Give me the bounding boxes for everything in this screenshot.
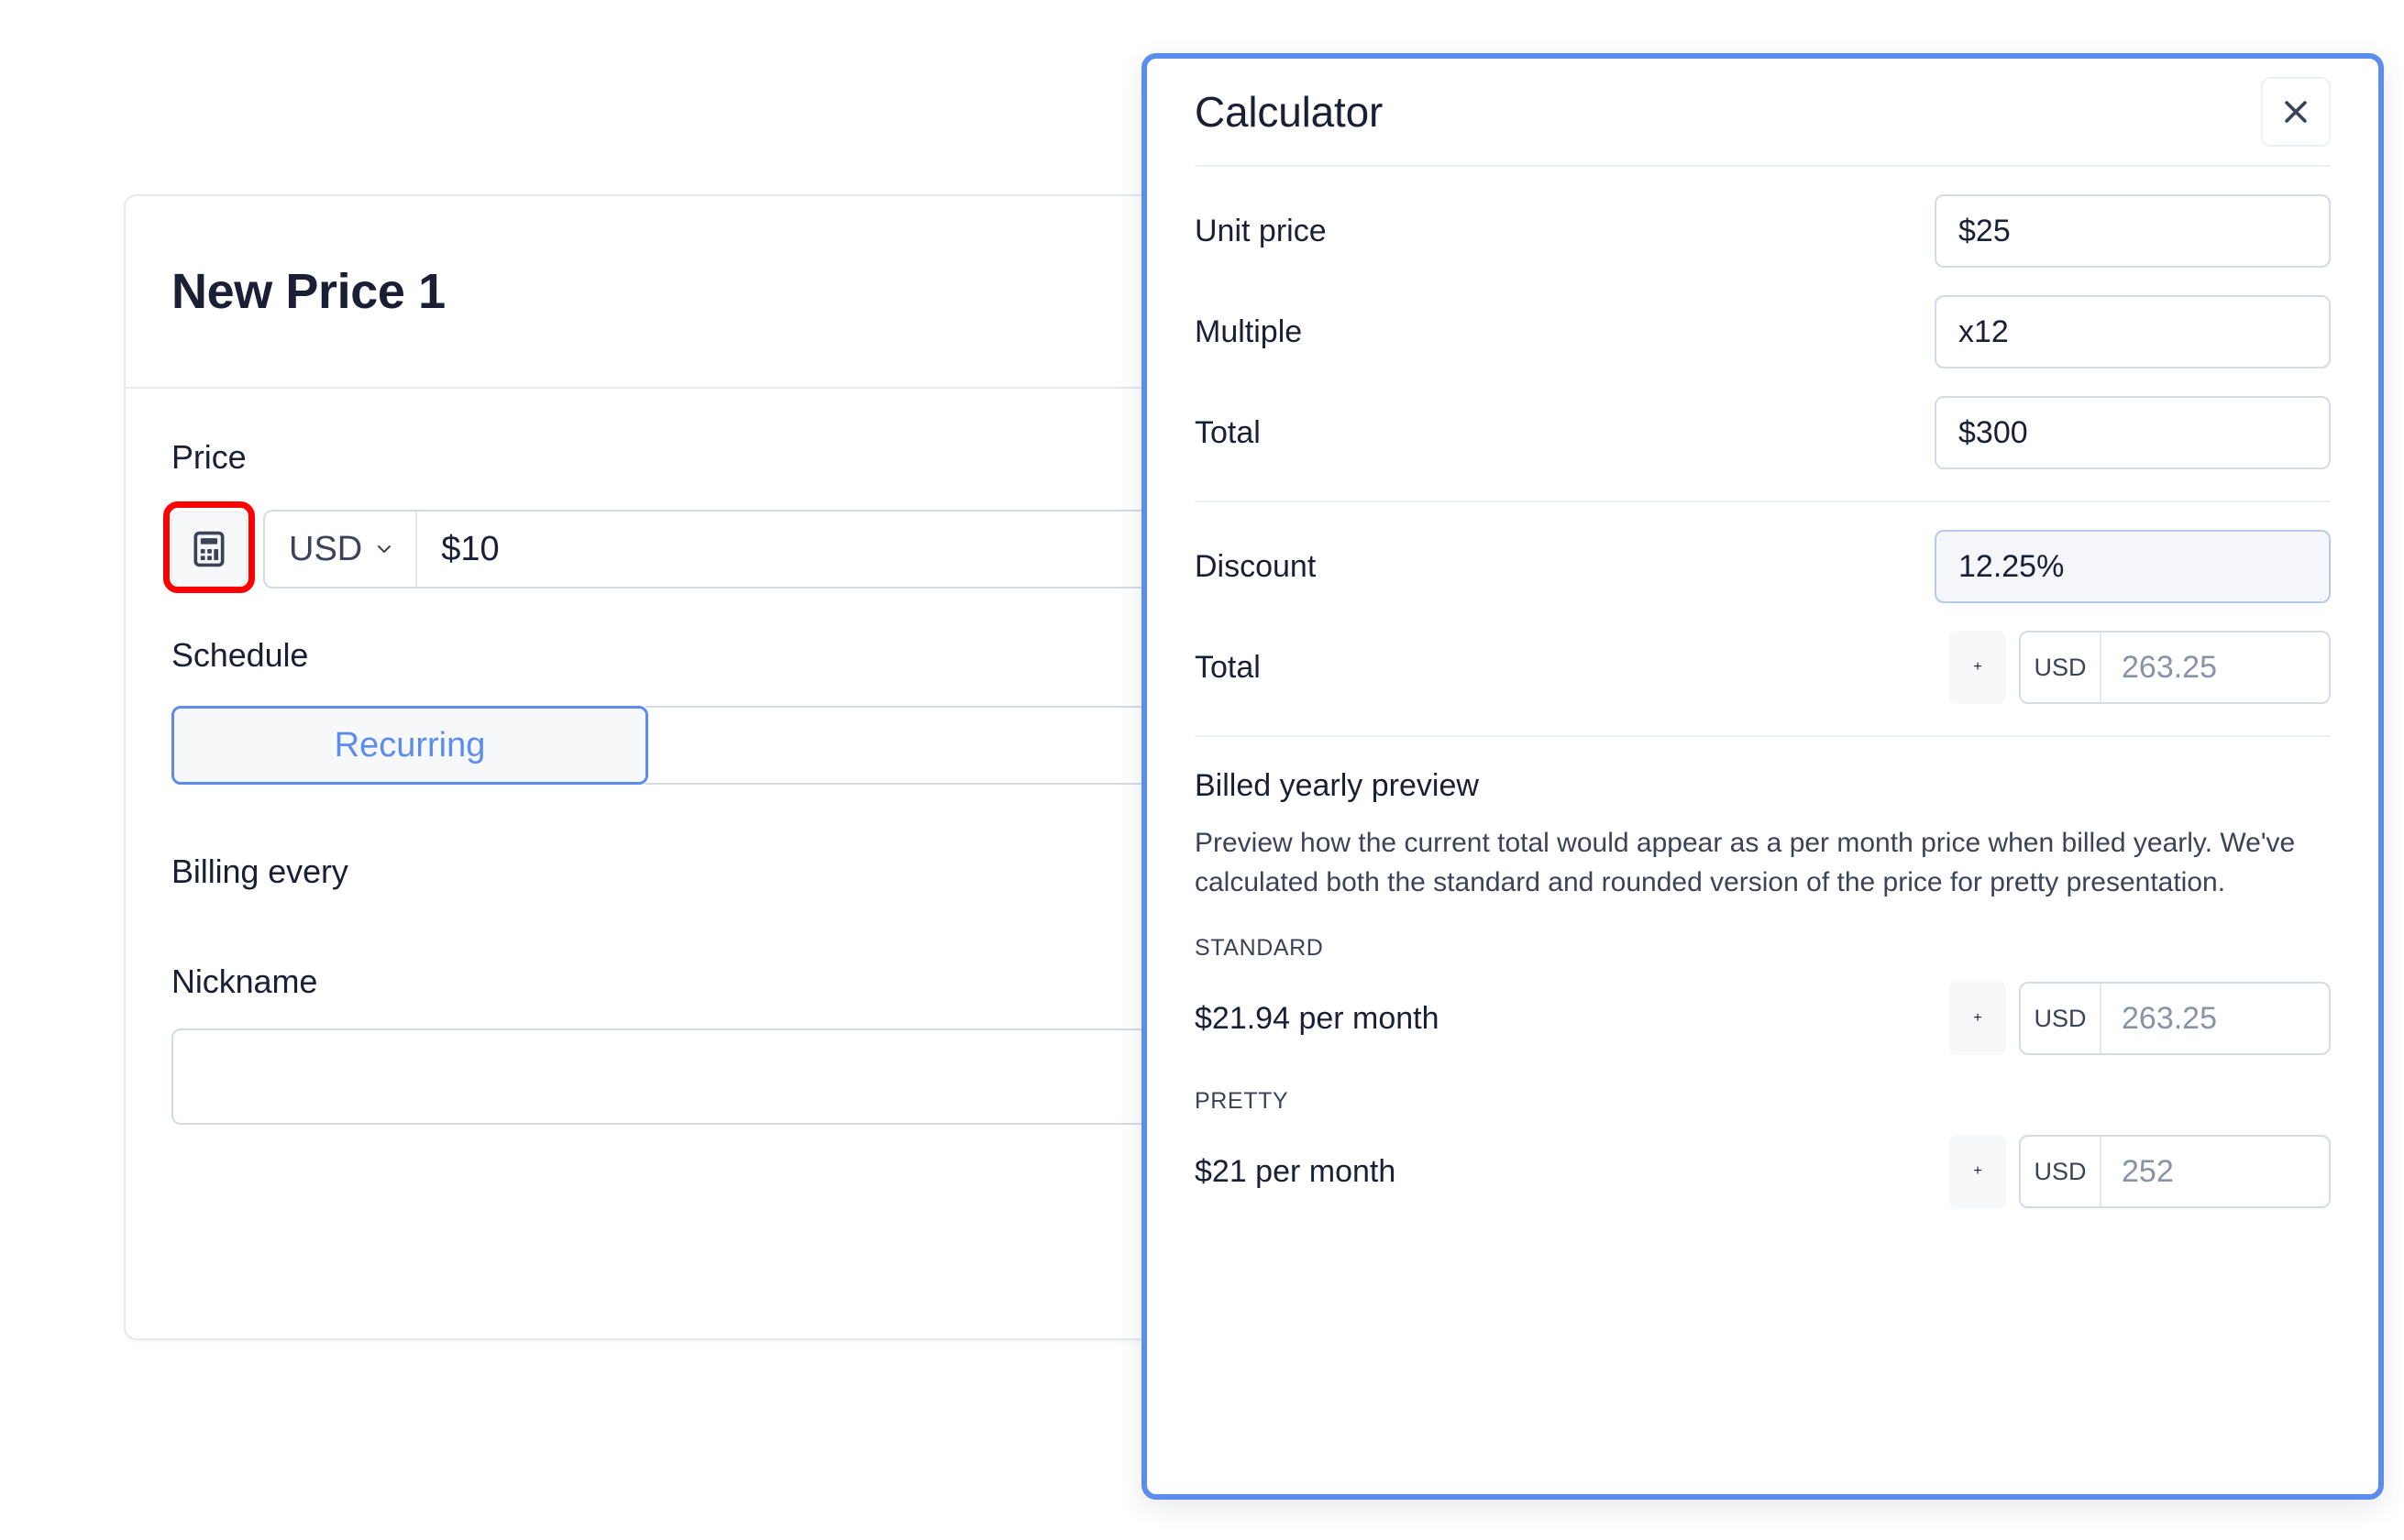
- page-title: New Price 1: [171, 264, 446, 319]
- close-button[interactable]: [2261, 77, 2331, 147]
- pretty-currency: USD: [2021, 1137, 2101, 1207]
- pretty-add-amount-button[interactable]: +: [1949, 1135, 2006, 1209]
- discount-label: Discount: [1195, 548, 1317, 584]
- billing-every-label: Billing every: [171, 852, 348, 890]
- pretty-per-month-label: $21 per month: [1195, 1153, 1396, 1189]
- standard-preview-row: $21.94 per month + USD 263.25: [1195, 982, 2331, 1056]
- gross-total-input[interactable]: $300: [1935, 396, 2331, 469]
- pretty-preview-row: $21 per month + USD 252: [1195, 1135, 2331, 1209]
- calculator-toggle-button[interactable]: [171, 512, 247, 587]
- price-input-group: USD $10: [263, 510, 1290, 588]
- discount-input[interactable]: 12.25%: [1935, 530, 2331, 603]
- standard-amount-group: + USD 263.25: [1949, 982, 2331, 1056]
- calculator-panel-inner: Calculator Unit price $25 Multiple x12 T…: [1147, 59, 2378, 1494]
- currency-select-value: USD: [289, 529, 363, 568]
- chevron-down-icon: [378, 545, 391, 553]
- net-total-currency: USD: [2021, 632, 2101, 702]
- schedule-segmented-control: Recurring: [171, 706, 1281, 785]
- billed-yearly-preview-section: Billed yearly preview Preview how the cu…: [1195, 737, 2331, 1209]
- standard-currency: USD: [2021, 984, 2101, 1054]
- pretty-group-label: PRETTY: [1195, 1088, 1289, 1115]
- net-total-amount-group: + USD 263.25: [1949, 631, 2331, 704]
- standard-group-label: STANDARD: [1195, 935, 1324, 962]
- add-amount-button[interactable]: +: [1949, 631, 2006, 704]
- standard-add-amount-button[interactable]: +: [1949, 982, 2006, 1056]
- net-total-amount-box: USD 263.25: [2019, 631, 2331, 704]
- unit-price-label: Unit price: [1195, 213, 1327, 248]
- pretty-amount-group: + USD 252: [1949, 1135, 2331, 1209]
- schedule-option-recurring[interactable]: Recurring: [171, 706, 648, 785]
- multiple-label: Multiple: [1195, 314, 1303, 349]
- multiple-row: Multiple x12: [1195, 295, 2331, 368]
- multiple-input[interactable]: x12: [1935, 295, 2331, 368]
- unit-price-row: Unit price $25: [1195, 194, 2331, 268]
- standard-value[interactable]: 263.25: [2101, 984, 2329, 1053]
- net-total-value[interactable]: 263.25: [2101, 632, 2329, 702]
- currency-select[interactable]: USD: [265, 512, 418, 587]
- calculator-icon: [193, 531, 225, 567]
- discount-row: Discount 12.25%: [1195, 530, 2331, 603]
- gross-total-row: Total $300: [1195, 396, 2331, 469]
- close-icon: [2285, 101, 2307, 123]
- pretty-value[interactable]: 252: [2101, 1137, 2329, 1206]
- unit-price-input[interactable]: $25: [1935, 194, 2331, 268]
- divider-above-discount: [1195, 500, 2331, 502]
- pretty-amount-box: USD 252: [2019, 1135, 2331, 1209]
- calculator-header: Calculator: [1195, 59, 2331, 167]
- calculator-title: Calculator: [1195, 88, 1384, 136]
- net-total-label: Total: [1195, 649, 1261, 685]
- standard-amount-box: USD 263.25: [2019, 982, 2331, 1056]
- standard-per-month-label: $21.94 per month: [1195, 1000, 1439, 1036]
- preview-heading: Billed yearly preview: [1195, 768, 1479, 803]
- gross-total-label: Total: [1195, 414, 1261, 450]
- net-total-row: Total + USD 263.25: [1195, 631, 2331, 704]
- preview-description: Preview how the current total would appe…: [1195, 828, 2296, 897]
- calculator-panel: Calculator Unit price $25 Multiple x12 T…: [1141, 53, 2384, 1500]
